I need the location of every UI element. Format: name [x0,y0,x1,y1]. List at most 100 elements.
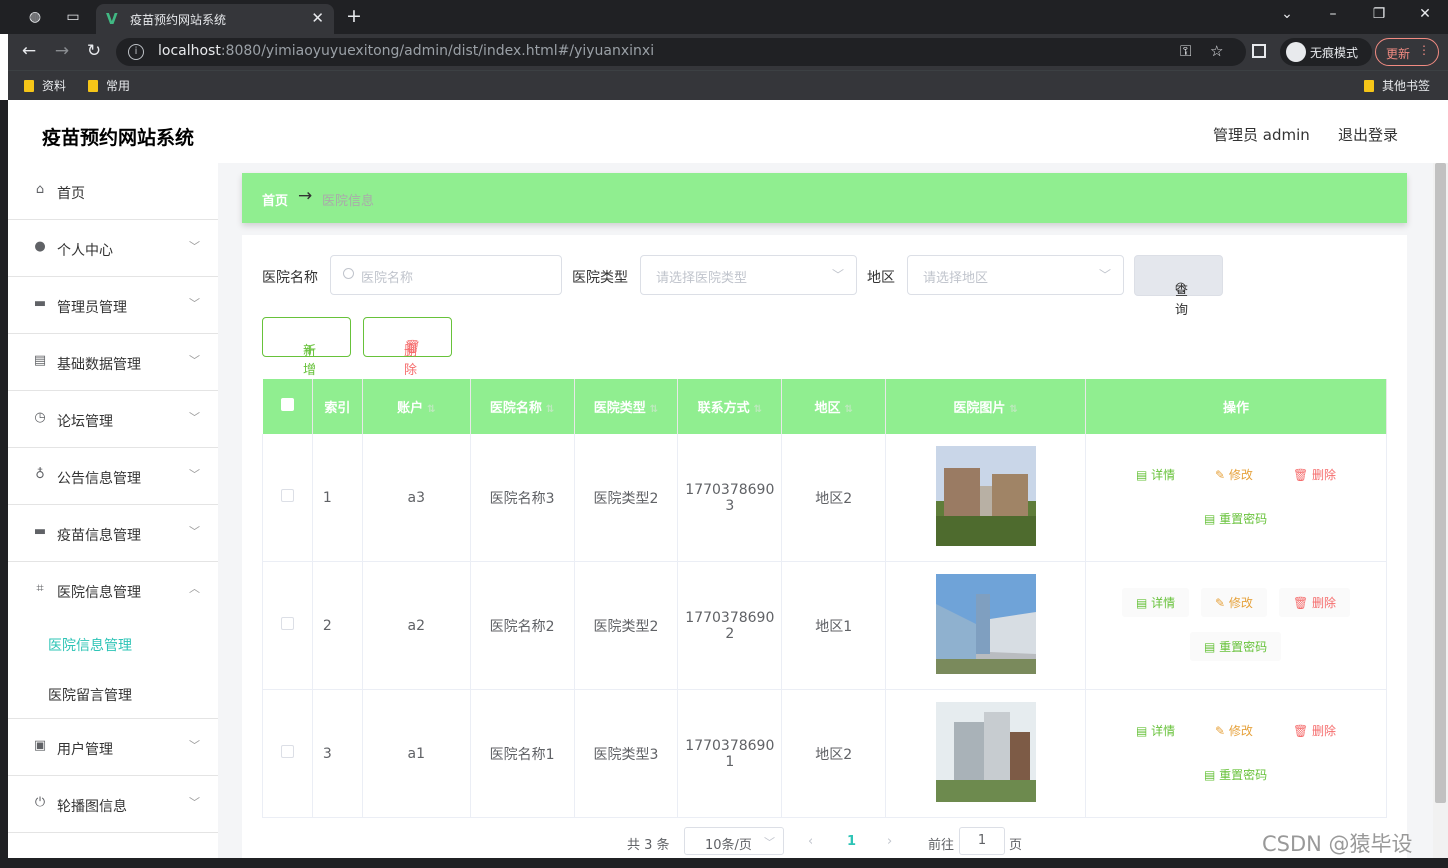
browser-tab[interactable]: V 疫苗预约网站系统 ✕ [96,4,334,34]
logout-link[interactable]: 退出登录 [1338,124,1398,145]
app-root: 疫苗预约网站系统 管理员 admin 退出登录 ⌂ 首页 ● 个人中心 ﹀ ▬ 管理员管… [8,103,1448,858]
col-phone[interactable]: 联系方式 ⇅ [677,379,783,434]
new-tab-icon[interactable]: + [346,5,362,27]
checklist-icon: ▣ [33,738,47,753]
col-image[interactable]: 医院图片 ⇅ [885,379,1086,434]
row-delete-button[interactable]: 🗑 删除 [1278,588,1351,617]
sort-icon[interactable]: ⇅ [650,404,658,415]
bookmark-folder-0[interactable]: 资料 [24,77,66,94]
sidebar-item-carousel[interactable]: ⏻ 轮播图信息 ﹀ [8,776,218,833]
region-select[interactable]: 请选择地区 ﹀ [907,255,1124,295]
reset-password-button[interactable]: ▤ 重置密码 [1189,632,1282,661]
sidebar-item-notices[interactable]: ♁ 公告信息管理 ﹀ [8,448,218,505]
page-number-current[interactable]: 1 [847,834,856,849]
info-icon[interactable]: i [128,44,144,60]
back-icon[interactable]: ← [18,41,40,61]
detail-button[interactable]: ▤ 详情 [1122,716,1189,745]
hospital-image[interactable] [935,573,1036,674]
table-row: 2 a2 医院名称2 医院类型2 1770378690 2 地区1 ▤ 详情 ✎… [262,561,1388,690]
next-page-icon[interactable]: › [887,834,892,849]
cell-region: 地区1 [781,561,887,690]
cell-ops: ▤ 详情 ✎ 修改 🗑 删除 ▤ 重置密码 [1085,689,1388,818]
monitor-icon: ▬ [33,524,47,539]
chevron-down-icon: ﹀ [189,354,200,367]
cell-type: 医院类型2 [574,561,679,690]
hospital-image[interactable] [935,701,1036,802]
sidebar-item-admins[interactable]: ▬ 管理员管理 ﹀ [8,277,218,334]
close-tab-icon[interactable]: ✕ [311,9,324,27]
edit-button[interactable]: ✎ 修改 [1200,588,1267,617]
other-bookmarks[interactable]: 其他书签 [1364,77,1430,94]
sidebar-item-basedata[interactable]: ▤ 基础数据管理 ﹀ [8,334,218,391]
page-size-select[interactable]: 10条/页 ﹀ [684,827,784,855]
sidebar-item-vaccines[interactable]: ▬ 疫苗信息管理 ﹀ [8,505,218,562]
table-header-row: 索引 账户 ⇅ 医院名称 ⇅ 医院类型 ⇅ 联系方式 ⇅ 地区 ⇅ 医院图片 ⇅ 操作 [262,379,1388,434]
scrollbar[interactable] [1433,163,1448,858]
edit-button[interactable]: ✎ 修改 [1201,716,1267,745]
tab-strip-icon[interactable]: ▭ [64,8,82,26]
detail-button[interactable]: ▤ 详情 [1122,460,1189,489]
app-header: 疫苗预约网站系统 管理员 admin 退出登录 [8,103,1448,163]
sidebar-item-hospitals[interactable]: ⌗ 医院信息管理 ︿ [8,562,218,619]
goto-page-input[interactable]: 1 [959,827,1005,855]
sort-icon[interactable]: ⇅ [754,404,762,415]
row-checkbox[interactable] [262,434,313,562]
arrow-right-icon: → [298,186,313,206]
row-delete-button[interactable]: 🗑 删除 [1279,460,1350,489]
prev-page-icon[interactable]: ‹ [808,834,813,849]
incognito-badge[interactable]: 无痕模式 [1280,38,1372,66]
side-panel-icon[interactable] [1252,44,1266,58]
browser-toolbar: ← → ↻ i localhost:8080/yimiaoyuyuexitong… [8,34,1448,70]
delete-button[interactable]: 🗑 删除 [363,317,452,378]
hospital-type-select[interactable]: 请选择医院类型 ﹀ [640,255,857,295]
chevron-down-icon[interactable]: ⌄ [1272,6,1302,22]
sort-icon[interactable]: ⇅ [427,404,435,415]
restore-icon[interactable]: ❐ [1364,6,1394,22]
col-type[interactable]: 医院类型 ⇅ [574,379,679,434]
globe-icon[interactable]: ◍ [26,8,44,26]
add-button[interactable]: ＋ 新增 [262,317,351,378]
cell-image [885,689,1086,818]
col-account[interactable]: 账户 ⇅ [362,379,471,434]
sort-icon[interactable]: ⇅ [845,404,853,415]
chevron-down-icon: ﹀ [189,525,200,538]
cell-ops: ▤ 详情 ✎ 修改 🗑 删除 ▤ 重置密码 [1085,434,1388,562]
row-checkbox[interactable] [262,689,313,818]
sidebar-item-profile[interactable]: ● 个人中心 ﹀ [8,220,218,277]
filter-name-label: 医院名称 [262,270,318,286]
sidebar-item-forum[interactable]: ◷ 论坛管理 ﹀ [8,391,218,448]
sidebar-subitem-hospital-messages[interactable]: 医院留言管理 [8,669,218,719]
hospital-image[interactable] [935,445,1036,546]
detail-button[interactable]: ▤ 详情 [1121,588,1190,617]
row-delete-button[interactable]: 🗑 删除 [1279,716,1350,745]
query-button[interactable]: 查询 ○ [1134,255,1223,318]
scrollbar-thumb[interactable] [1435,163,1446,803]
forward-icon[interactable]: → [51,41,73,61]
update-button[interactable]: 更新 ⋮ [1375,38,1439,66]
address-bar[interactable]: i localhost:8080/yimiaoyuyuexitong/admin… [116,38,1246,66]
reset-password-button[interactable]: ▤ 重置密码 [1190,760,1281,789]
sort-icon[interactable]: ⇅ [1009,404,1017,415]
page-unit-label: 页 [1009,838,1023,853]
row-checkbox[interactable] [262,561,313,690]
reload-icon[interactable]: ↻ [83,41,105,61]
col-name[interactable]: 医院名称 ⇅ [470,379,575,434]
sort-icon[interactable]: ⇅ [546,404,554,415]
row-actions: ▤ 详情 ✎ 修改 🗑 删除 ▤ 重置密码 [1086,690,1384,817]
select-all-checkbox[interactable] [262,379,313,434]
cell-account: a1 [362,689,471,818]
sidebar-subitem-hospital-info[interactable]: 医院信息管理 [8,619,218,669]
key-icon[interactable]: ⚿ [1180,42,1191,60]
star-icon[interactable]: ☆ [1210,42,1223,60]
hospital-name-input[interactable]: 医院名称 [330,255,562,295]
bookmark-folder-1[interactable]: 常用 [88,77,130,94]
close-window-icon[interactable]: ✕ [1410,6,1440,22]
breadcrumb-home[interactable]: 首页 [262,190,288,209]
minimize-icon[interactable]: – [1318,6,1348,22]
clock-icon: ◷ [34,410,46,425]
col-region[interactable]: 地区 ⇅ [781,379,887,434]
edit-button[interactable]: ✎ 修改 [1201,460,1267,489]
sidebar-item-users[interactable]: ▣ 用户管理 ﹀ [8,719,218,776]
sidebar-item-home[interactable]: ⌂ 首页 [8,163,218,220]
reset-password-button[interactable]: ▤ 重置密码 [1190,504,1281,533]
